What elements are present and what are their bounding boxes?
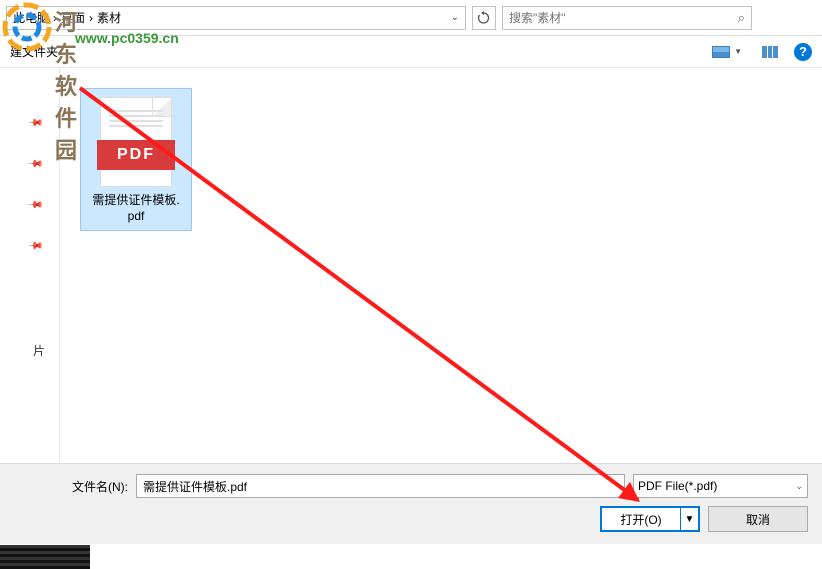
breadcrumb-path[interactable]: 此电脑 › 桌面 › 素材 ⌄ — [6, 6, 466, 30]
filename-label: 文件名(N): — [72, 478, 128, 495]
file-name: 需提供证件模板. pdf — [85, 193, 187, 224]
pdf-badge: PDF — [97, 140, 175, 170]
breadcrumb-seg-1[interactable]: 桌面 — [61, 9, 85, 26]
main-area: 📌 📌 📌 📌 片 PDF 需提供证件模板. pdf — [0, 68, 822, 463]
column-icon — [762, 46, 778, 58]
open-button[interactable]: 打开(O) — [602, 508, 680, 530]
pin-icon[interactable]: 📌 — [26, 115, 43, 132]
open-button-group: 打开(O) ▼ — [600, 506, 700, 532]
file-thumbnail: PDF — [100, 97, 172, 187]
breadcrumb-seg-2[interactable]: 素材 — [97, 9, 121, 26]
chevron-down-icon: ⌄ — [795, 481, 803, 492]
view-mode-button[interactable]: ▼ — [708, 44, 746, 60]
refresh-icon — [477, 11, 491, 25]
dropdown-caret-icon: ▼ — [734, 47, 742, 56]
refresh-button[interactable] — [472, 6, 496, 30]
new-folder-button[interactable]: 建文件夹 — [10, 45, 58, 59]
thumbnail-view-icon — [712, 46, 730, 58]
sidebar: 📌 📌 📌 📌 片 — [0, 68, 60, 463]
filename-input[interactable] — [136, 474, 625, 498]
chevron-down-icon[interactable]: ⌄ — [451, 12, 459, 23]
bottom-panel: 文件名(N): PDF File(*.pdf) ⌄ 打开(O) ▼ 取消 — [0, 463, 822, 544]
chevron-right-icon: › — [53, 11, 57, 25]
filetype-select[interactable]: PDF File(*.pdf) ⌄ — [633, 474, 808, 498]
pin-icon[interactable]: 📌 — [26, 238, 43, 255]
breadcrumb-seg-0[interactable]: 此电脑 — [13, 9, 49, 26]
cancel-button[interactable]: 取消 — [708, 506, 808, 532]
open-button-dropdown[interactable]: ▼ — [680, 508, 698, 530]
search-box[interactable]: ⌕ — [502, 6, 752, 30]
footer-shade — [0, 545, 90, 569]
search-icon[interactable]: ⌕ — [738, 10, 745, 26]
search-input[interactable] — [509, 11, 738, 25]
top-toolbar: 此电脑 › 桌面 › 素材 ⌄ ⌕ — [0, 0, 822, 36]
pin-icon[interactable]: 📌 — [26, 197, 43, 214]
question-icon: ? — [799, 44, 807, 59]
help-button[interactable]: ? — [794, 43, 812, 61]
file-item-selected[interactable]: PDF 需提供证件模板. pdf — [80, 88, 192, 231]
column-view-button[interactable] — [758, 44, 782, 60]
action-bar: 建文件夹 ▼ ? — [0, 36, 822, 68]
filetype-value: PDF File(*.pdf) — [638, 479, 717, 493]
sidebar-item-photos[interactable]: 片 — [33, 342, 45, 359]
file-area[interactable]: PDF 需提供证件模板. pdf — [60, 68, 822, 463]
chevron-right-icon: › — [89, 11, 93, 25]
pin-icon[interactable]: 📌 — [26, 156, 43, 173]
